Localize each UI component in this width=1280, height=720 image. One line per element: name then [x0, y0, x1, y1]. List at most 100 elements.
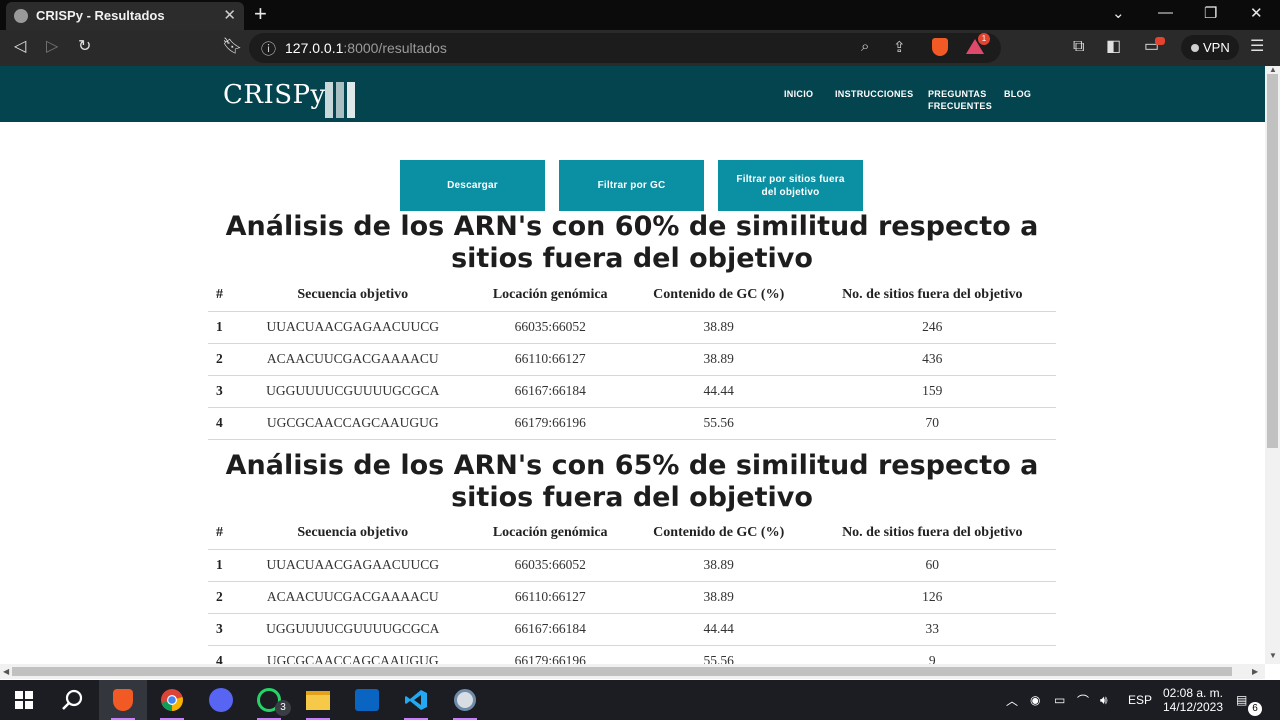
- row-off-target: 60: [808, 549, 1056, 582]
- vpn-button[interactable]: VPN: [1181, 35, 1239, 60]
- vertical-scrollbar[interactable]: ▲ ▼: [1265, 65, 1280, 664]
- row-location: 66035:66052: [471, 549, 629, 582]
- scroll-down-icon[interactable]: ▼: [1269, 651, 1277, 660]
- row-sequence: UGGUUUUCGUUUUGCGCA: [234, 375, 472, 408]
- row-index: 1: [208, 311, 234, 344]
- row-sequence: UGGUUUUCGUUUUGCGCA: [234, 613, 472, 646]
- search-button[interactable]: [48, 680, 96, 720]
- row-sequence: ACAACUUCGACGAAAACU: [234, 581, 472, 614]
- scroll-up-icon[interactable]: ▲: [1269, 65, 1277, 74]
- close-window-button[interactable]: ✕: [1250, 4, 1263, 22]
- tray-discord-icon[interactable]: ◉: [1030, 680, 1040, 720]
- new-tab-button[interactable]: +: [254, 2, 267, 26]
- browser-tab[interactable]: CRISPy - Resultados ✕: [6, 2, 244, 30]
- row-sequence: UGCGCAACCAGCAAUGUG: [234, 407, 472, 440]
- tray-overflow-icon[interactable]: ︿: [1006, 680, 1018, 720]
- row-sequence: UUACUAACGAGAACUUCG: [234, 311, 472, 344]
- row-off-target: 33: [808, 613, 1056, 646]
- row-gc: 38.89: [628, 343, 809, 376]
- row-gc: 44.44: [628, 375, 809, 408]
- tray-volume-icon[interactable]: 🔊︎: [1100, 680, 1108, 720]
- taskbar-whatsapp[interactable]: 3: [245, 680, 293, 720]
- col-header-off-target: No. de sitios fuera del objetivo: [808, 518, 1056, 550]
- clock-time: 02:08 a. m.: [1162, 686, 1224, 700]
- nav-inicio[interactable]: INICIO: [784, 88, 813, 100]
- close-tab-icon[interactable]: ✕: [223, 6, 236, 24]
- taskbar-python-app[interactable]: [441, 680, 489, 720]
- results-table-60: # Secuencia objetivo Locación genómica C…: [208, 280, 1056, 440]
- tray-wifi-icon[interactable]: ⌒: [1077, 680, 1089, 720]
- row-off-target: 70: [808, 407, 1056, 440]
- brave-icon: [113, 689, 133, 711]
- address-bar[interactable]: ⓘ 127.0.0.1:8000/resultados ⌕ ⇪: [249, 33, 1001, 63]
- download-button[interactable]: Descargar: [400, 160, 545, 211]
- vpn-status-icon: [1191, 44, 1199, 52]
- taskbar-discord[interactable]: [197, 680, 245, 720]
- row-index: 3: [208, 375, 234, 408]
- scroll-left-icon[interactable]: ◀: [3, 667, 9, 676]
- taskbar-brave[interactable]: [99, 680, 147, 720]
- row-gc: 55.56: [628, 407, 809, 440]
- nav-blog[interactable]: BLOG: [1004, 88, 1031, 100]
- site-logo[interactable]: CRISPy: [223, 80, 326, 110]
- notification-center-icon[interactable]: ▤: [1236, 680, 1247, 720]
- table-row: 3 UGGUUUUCGUUUUGCGCA 66167:66184 44.44 3…: [208, 613, 1056, 646]
- row-gc: 44.44: [628, 613, 809, 646]
- globe-icon: [14, 9, 28, 23]
- row-location: 66167:66184: [471, 375, 629, 408]
- sidebar-icon[interactable]: ◧: [1106, 38, 1121, 56]
- start-button[interactable]: [0, 680, 48, 720]
- tray-language[interactable]: ESP: [1128, 680, 1152, 720]
- nav-preguntas-frecuentes[interactable]: PREGUNTAS FRECUENTES: [928, 88, 992, 112]
- taskbar-file-explorer[interactable]: [294, 680, 342, 720]
- row-location: 66179:66196: [471, 645, 629, 664]
- discord-icon: [209, 688, 233, 712]
- notification-count: 6: [1248, 702, 1262, 716]
- row-off-target: 159: [808, 375, 1056, 408]
- col-header-location: Locación genómica: [471, 280, 629, 312]
- taskbar-chrome[interactable]: [148, 680, 196, 720]
- site-info-icon[interactable]: ⓘ: [261, 38, 276, 59]
- col-header-sequence: Secuencia objetivo: [234, 518, 472, 550]
- filter-gc-button[interactable]: Filtrar por GC: [559, 160, 704, 211]
- row-location: 66110:66127: [471, 581, 629, 614]
- row-index: 4: [208, 407, 234, 440]
- browser-toolbar: ◁ ▷ ↻ 🔖︎ ⓘ 127.0.0.1:8000/resultados ⌕ ⇪…: [0, 30, 1280, 66]
- row-location: 66035:66052: [471, 311, 629, 344]
- tray-clock[interactable]: 02:08 a. m. 14/12/2023: [1160, 680, 1226, 720]
- share-icon[interactable]: ⇪: [893, 38, 906, 56]
- horizontal-scrollbar[interactable]: ◀ ▶: [0, 664, 1265, 679]
- table-row: 1 UUACUAACGAGAACUUCG 66035:66052 38.89 2…: [208, 311, 1056, 344]
- zoom-icon[interactable]: ⌕: [861, 38, 869, 55]
- minimize-button[interactable]: —: [1158, 4, 1173, 21]
- tray-network-icon[interactable]: ▭: [1054, 680, 1065, 720]
- brave-shields-icon[interactable]: [932, 38, 948, 56]
- table-row: 3 UGGUUUUCGUUUUGCGCA 66167:66184 44.44 1…: [208, 375, 1056, 408]
- reload-icon[interactable]: ↻: [78, 38, 91, 56]
- results-table-65: # Secuencia objetivo Locación genómica C…: [208, 518, 1056, 664]
- back-icon[interactable]: ◁: [14, 38, 26, 56]
- taskbar-vscode[interactable]: [392, 680, 440, 720]
- browser-tab-strip: CRISPy - Resultados ✕ + ⌄ — ❐ ✕: [0, 0, 1280, 30]
- row-off-target: 246: [808, 311, 1056, 344]
- restore-button[interactable]: ❐: [1204, 4, 1217, 22]
- windows-icon: [15, 691, 33, 709]
- horizontal-scroll-thumb[interactable]: [12, 667, 1232, 676]
- col-header-index: #: [208, 518, 234, 550]
- forward-icon[interactable]: ▷: [46, 38, 58, 56]
- row-off-target: 9: [808, 645, 1056, 664]
- row-gc: 38.89: [628, 581, 809, 614]
- vertical-scroll-thumb[interactable]: [1267, 74, 1278, 448]
- wallet-badge: [1155, 37, 1165, 45]
- row-gc: 55.56: [628, 645, 809, 664]
- tab-search-chevron-icon[interactable]: ⌄: [1112, 4, 1125, 22]
- row-location: 66110:66127: [471, 343, 629, 376]
- bookmark-icon[interactable]: 🔖︎: [222, 38, 242, 56]
- extensions-icon[interactable]: ⧉: [1073, 38, 1084, 56]
- taskbar-outlook[interactable]: [343, 680, 391, 720]
- section-title-60: Análisis de los ARN's con 60% de similit…: [225, 211, 1039, 274]
- filter-off-target-button[interactable]: Filtrar por sitios fuera del objetivo: [718, 160, 863, 211]
- scroll-right-icon[interactable]: ▶: [1252, 667, 1258, 676]
- nav-instrucciones[interactable]: INSTRUCCIONES: [835, 88, 913, 100]
- menu-icon[interactable]: ☰: [1250, 38, 1264, 56]
